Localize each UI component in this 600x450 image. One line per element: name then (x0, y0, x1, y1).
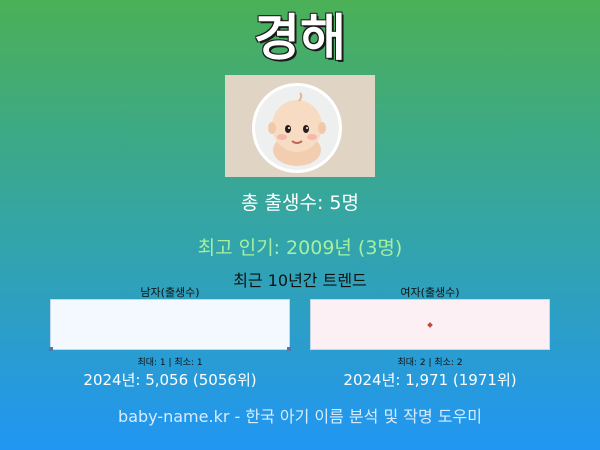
baby-avatar-card (225, 75, 375, 177)
female-chart-point (427, 322, 433, 328)
footer-text: baby-name.kr - 한국 아기 이름 분석 및 작명 도우미 (118, 407, 482, 426)
avatar-frame (252, 83, 342, 173)
male-latest-stat: 2024년: 5,056 (5056위) (83, 371, 257, 389)
peak-year: 최고 인기: 2009년 (3명) (197, 237, 403, 259)
female-latest-stat: 2024년: 1,971 (1971위) (343, 371, 517, 389)
total-births: 총 출생수: 5명 (241, 192, 359, 214)
male-chart-point-start (49, 347, 53, 351)
female-trend-chart (310, 299, 550, 350)
female-minmax: 최대: 2 | 최소: 2 (397, 358, 463, 368)
male-minmax: 최대: 1 | 최소: 1 (137, 358, 203, 368)
male-chart-point-end (287, 347, 291, 351)
female-chart-label: 여자(출생수) (400, 286, 460, 299)
male-trend-chart (49, 299, 291, 351)
male-chart-label: 남자(출생수) (140, 286, 200, 299)
baby-face-icon (268, 92, 326, 166)
name-title: 경해 (254, 9, 346, 67)
